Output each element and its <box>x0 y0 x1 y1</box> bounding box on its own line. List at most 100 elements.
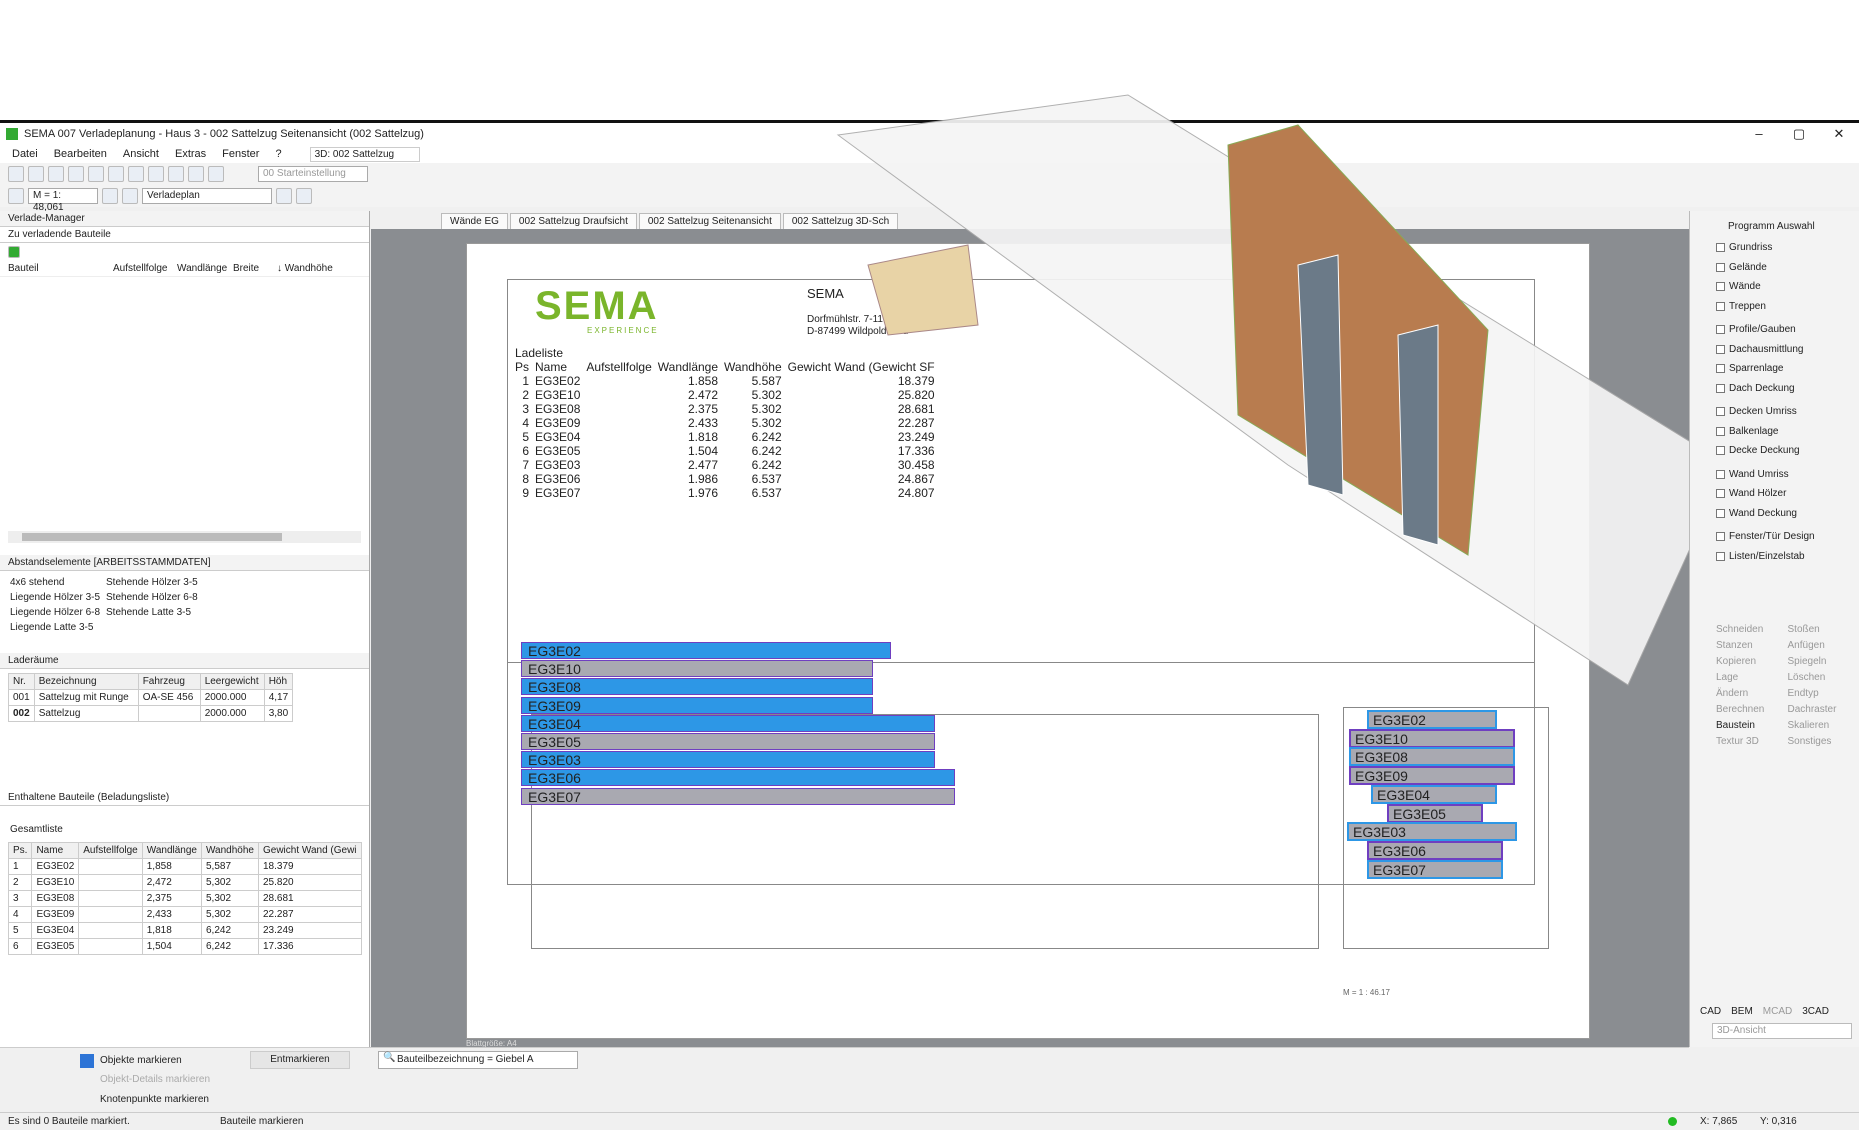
filter-input[interactable]: Bauteilbezeichnung = Giebel A <box>378 1051 578 1069</box>
contained-col[interactable]: Gewicht Wand (Gewi <box>257 842 362 859</box>
col-wandlaenge[interactable]: Wandlänge <box>177 261 233 276</box>
to-load-list[interactable] <box>0 277 369 531</box>
cargo-col[interactable]: Fahrzeug <box>137 673 201 690</box>
program-item[interactable]: Profile/Gauben <box>1690 320 1859 340</box>
tool-button[interactable]: Stanzen <box>1716 640 1788 651</box>
spacer-item[interactable]: Liegende Hölzer 3-5 <box>10 590 106 605</box>
table-row[interactable]: 2 EG3E10 2,472 5,302 25.820 <box>7 874 362 891</box>
zoom-icon[interactable] <box>108 166 124 182</box>
program-item[interactable]: Balkenlage <box>1690 422 1859 442</box>
stack-item[interactable]: EG3E03 <box>1347 822 1517 842</box>
view-select[interactable]: 3D: 002 Sattelzug <box>309 146 420 162</box>
cut-icon[interactable] <box>28 166 44 182</box>
wall-bar[interactable]: EG3E09 <box>521 696 873 714</box>
spacer-item[interactable]: Stehende Hölzer 6-8 <box>106 590 198 605</box>
program-item[interactable]: Treppen <box>1690 297 1859 317</box>
close-small-icon[interactable] <box>296 188 312 204</box>
program-item[interactable]: Decke Deckung <box>1690 441 1859 461</box>
snap-icon[interactable] <box>148 166 164 182</box>
tool-button[interactable]: Schneiden <box>1716 624 1788 635</box>
stack-item[interactable]: EG3E06 <box>1367 840 1503 860</box>
col-wandhoehe[interactable]: ↓ Wandhöhe <box>277 261 333 276</box>
program-item[interactable]: Wände <box>1690 277 1859 297</box>
close-button[interactable]: ✕ <box>1819 123 1859 145</box>
3d-view-select[interactable]: 3D-Ansicht <box>1712 1023 1852 1039</box>
measure-icon[interactable] <box>208 166 224 182</box>
col-aufstellfolge[interactable]: Aufstellfolge <box>113 261 177 276</box>
menu-help[interactable]: ? <box>275 148 281 160</box>
program-item[interactable]: Dachausmittlung <box>1690 340 1859 360</box>
spacer-item[interactable]: 4x6 stehend <box>10 575 106 590</box>
contained-col[interactable]: Wandhöhe <box>200 842 259 859</box>
program-item[interactable]: Gelände <box>1690 258 1859 278</box>
program-item[interactable]: Wand Deckung <box>1690 504 1859 524</box>
drawing-area[interactable]: Wände EG 002 Sattelzug Draufsicht 002 Sa… <box>371 94 1729 1048</box>
table-row[interactable]: 4 EG3E09 2,433 5,302 22.287 <box>7 906 362 923</box>
table-row[interactable]: 6 EG3E05 1,504 6,242 17.336 <box>7 938 362 955</box>
undo-icon[interactable] <box>48 166 64 182</box>
redo-icon[interactable] <box>68 166 84 182</box>
wall-bar[interactable]: EG3E03 <box>521 751 935 769</box>
menu-bearbeiten[interactable]: Bearbeiten <box>54 148 107 160</box>
program-item[interactable]: Decken Umriss <box>1690 402 1859 422</box>
spacer-item[interactable]: Stehende Hölzer 3-5 <box>106 575 198 590</box>
tool-button[interactable]: Ändern <box>1716 688 1788 699</box>
print-icon[interactable] <box>88 166 104 182</box>
tool-button[interactable]: Stoßen <box>1788 624 1859 635</box>
wall-bar[interactable]: EG3E08 <box>521 678 873 696</box>
menu-fenster[interactable]: Fenster <box>222 148 259 160</box>
spacer-item[interactable]: Liegende Latte 3-5 <box>10 620 106 635</box>
tool-button[interactable]: Lage <box>1716 672 1788 683</box>
wall-bar[interactable]: EG3E06 <box>521 769 955 787</box>
stack-item[interactable]: EG3E07 <box>1367 859 1503 879</box>
tool-button[interactable]: Skalieren <box>1788 720 1859 731</box>
program-select-title[interactable]: Programm Auswahl <box>1690 211 1859 238</box>
mode-mcad[interactable]: MCAD <box>1763 1006 1792 1017</box>
cargo-col[interactable]: Leergewicht <box>199 673 265 690</box>
tool-button[interactable]: Kopieren <box>1716 656 1788 667</box>
mode-bem[interactable]: BEM <box>1731 1006 1753 1017</box>
new-icon[interactable] <box>8 166 24 182</box>
program-item[interactable]: Listen/Einzelstab <box>1690 547 1859 567</box>
tool-button[interactable]: Dachraster <box>1788 704 1859 715</box>
mode-cad[interactable]: CAD <box>1700 1006 1721 1017</box>
grid-icon[interactable] <box>102 188 118 204</box>
spacer-item[interactable]: Liegende Hölzer 6-8 <box>10 605 106 620</box>
tool-button[interactable]: Löschen <box>1788 672 1859 683</box>
tool-button[interactable]: Textur 3D <box>1716 736 1788 747</box>
cargo-col[interactable]: Höh <box>263 673 294 690</box>
tool-button[interactable]: Baustein <box>1716 720 1788 731</box>
col-breite[interactable]: Breite <box>233 261 277 276</box>
col-bauteil[interactable]: Bauteil <box>8 261 113 276</box>
contained-col[interactable]: Aufstellfolge <box>78 842 143 859</box>
contained-col[interactable]: Wandlänge <box>141 842 202 859</box>
wall-bar[interactable]: EG3E07 <box>521 787 955 805</box>
program-item[interactable]: Wand Hölzer <box>1690 484 1859 504</box>
menu-ansicht[interactable]: Ansicht <box>123 148 159 160</box>
mark-nodes-button[interactable]: Knotenpunkte markieren <box>100 1094 209 1105</box>
tool-button[interactable]: Spiegeln <box>1788 656 1859 667</box>
pan-icon[interactable] <box>128 166 144 182</box>
cargo-col[interactable]: Bezeichnung <box>33 673 139 690</box>
program-item[interactable]: Fenster/Tür Design <box>1690 527 1859 547</box>
stack-item[interactable]: EG3E04 <box>1371 784 1497 804</box>
tab-draufsicht[interactable]: 002 Sattelzug Draufsicht <box>509 213 637 229</box>
layer-icon[interactable] <box>168 166 184 182</box>
table-row[interactable]: 1 EG3E02 1,858 5,587 18.379 <box>7 858 362 875</box>
spacer-item[interactable]: Stehende Latte 3-5 <box>106 605 191 620</box>
tool-button[interactable]: Anfügen <box>1788 640 1859 651</box>
menu-extras[interactable]: Extras <box>175 148 206 160</box>
plan-select[interactable]: Verladeplan <box>142 188 272 204</box>
tab-seitenansicht[interactable]: 002 Sattelzug Seitenansicht <box>638 213 781 229</box>
stack-item[interactable]: EG3E09 <box>1349 766 1515 786</box>
table-row[interactable]: 001 Sattelzug mit Runge OA-SE 456 2000.0… <box>8 689 294 706</box>
pencil-icon[interactable] <box>188 166 204 182</box>
select-icon[interactable] <box>8 188 24 204</box>
frame-icon[interactable] <box>276 188 292 204</box>
unmark-button[interactable]: Entmarkieren <box>250 1051 350 1069</box>
menu-datei[interactable]: Datei <box>12 148 38 160</box>
table-row[interactable]: 002 Sattelzug 2000.000 3,80 <box>8 705 294 722</box>
align-icon[interactable] <box>122 188 138 204</box>
program-item[interactable]: Dach Deckung <box>1690 379 1859 399</box>
cargo-col[interactable]: Nr. <box>8 673 35 690</box>
